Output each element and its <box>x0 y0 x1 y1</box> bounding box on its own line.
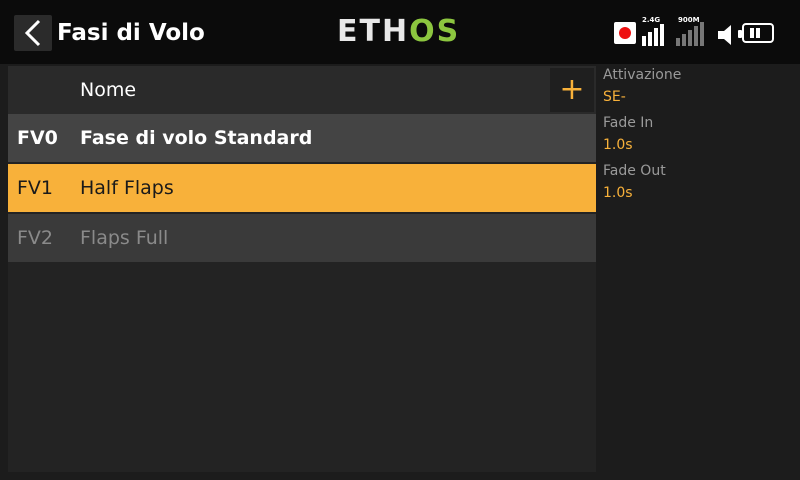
volume-icon <box>718 25 731 45</box>
column-header-name: Nome <box>80 79 137 101</box>
flight-mode-name: Flaps Full <box>80 227 169 249</box>
flight-mode-id: FV0 <box>17 127 58 149</box>
flight-modes-table: Nome + FV0 Fase di volo Standard FV1 Hal… <box>8 66 596 472</box>
ethos-logo: ETHOS <box>337 14 460 50</box>
table-row[interactable]: FV2 Flaps Full <box>8 214 596 262</box>
signal-900m-icon: 900M <box>676 16 704 46</box>
fade-in-label: Fade In <box>603 115 654 131</box>
activation-value: SE- <box>603 89 626 105</box>
status-icons: 2.4G 900M <box>614 16 794 48</box>
top-bar: Fasi di Volo ETHOS 2.4G 900M <box>0 0 800 64</box>
record-icon <box>614 22 636 44</box>
back-button[interactable] <box>14 15 52 51</box>
chevron-left-icon <box>24 19 41 47</box>
activation-label: Attivazione <box>603 67 682 83</box>
table-row[interactable]: FV1 Half Flaps <box>8 164 596 212</box>
flight-mode-name: Half Flaps <box>80 177 174 199</box>
page-title: Fasi di Volo <box>57 20 205 46</box>
table-row[interactable]: FV0 Fase di volo Standard <box>8 114 596 162</box>
logo-text-os: OS <box>409 14 461 49</box>
table-header: Nome + <box>8 66 596 114</box>
fade-in-value: 1.0s <box>603 137 633 153</box>
signal-900m-label: 900M <box>678 16 700 24</box>
fade-out-label: Fade Out <box>603 163 666 179</box>
details-panel: Attivazione SE- Fade In 1.0s Fade Out 1.… <box>603 64 793 208</box>
battery-icon <box>738 23 774 43</box>
signal-2-4g-icon: 2.4G <box>642 16 670 46</box>
flight-mode-id: FV2 <box>17 227 54 249</box>
signal-2-4g-label: 2.4G <box>642 16 661 24</box>
logo-text-eth: ETH <box>337 14 410 49</box>
fade-out-value: 1.0s <box>603 185 633 201</box>
flight-mode-id: FV1 <box>17 177 54 199</box>
add-flight-mode-button[interactable]: + <box>550 68 594 112</box>
flight-mode-name: Fase di volo Standard <box>80 127 313 149</box>
